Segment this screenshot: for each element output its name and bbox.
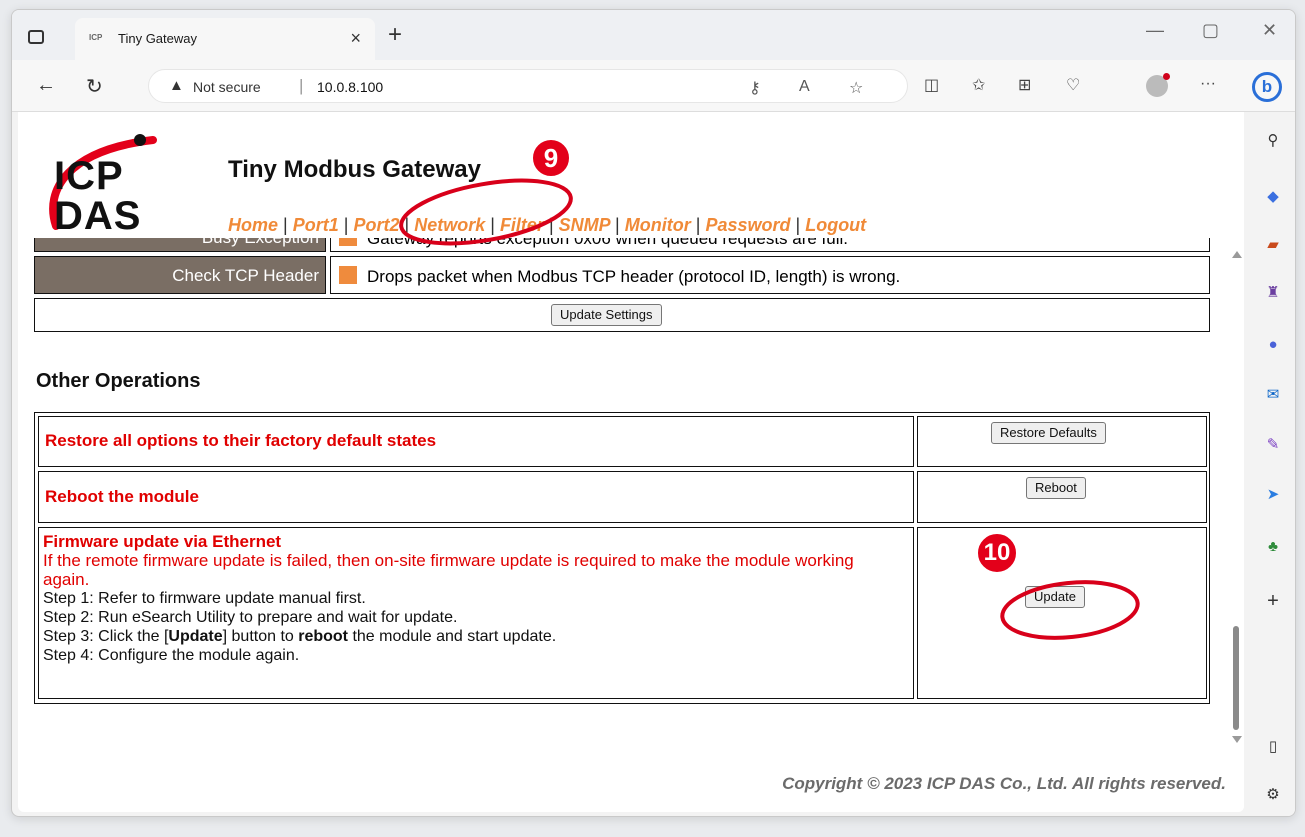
browser-window: ICP Tiny Gateway × + — ▢ ✕ ← ↻ ▲ Not sec… (11, 9, 1296, 817)
nav-port1[interactable]: Port1 (293, 215, 339, 235)
reboot-text-cell: Reboot the module (38, 471, 914, 523)
nav-snmp[interactable]: SNMP (559, 215, 610, 235)
page-title: Tiny Modbus Gateway (228, 156, 481, 183)
nav-home[interactable]: Home (228, 215, 278, 235)
minimize-button[interactable]: — (1146, 20, 1164, 41)
checkbox-check-tcp-header[interactable] (339, 266, 357, 284)
check-tcp-header-desc: Drops packet when Modbus TCP header (pro… (367, 267, 901, 286)
nav-logout[interactable]: Logout (805, 215, 866, 235)
maximize-button[interactable]: ▢ (1202, 20, 1219, 41)
new-tab-button[interactable]: + (388, 21, 402, 49)
designer-icon[interactable]: ✎ (1262, 434, 1284, 456)
back-arrow-icon[interactable]: ← (36, 74, 56, 97)
split-screen-icon[interactable]: ◫ (924, 75, 939, 95)
read-aloud-icon[interactable]: A (799, 78, 810, 96)
main-nav: Home | Port1 | Port2 | Network | Filter … (228, 215, 867, 235)
check-tcp-header-label: Check TCP Header (172, 266, 319, 285)
step3-update-word: Update (168, 628, 223, 645)
collections-icon[interactable]: ⊞ (1018, 75, 1031, 95)
firmware-text-cell: Firmware update via Ethernet If the remo… (38, 527, 914, 699)
not-secure-label[interactable]: Not secure (193, 79, 261, 95)
firmware-button-cell: Update (917, 527, 1207, 699)
settings-row-desc: Drops packet when Modbus TCP header (pro… (330, 256, 1210, 294)
copyright-text: Copyright © 2023 ICP DAS Co., Ltd. All r… (782, 774, 1226, 793)
refresh-icon[interactable]: ↻ (86, 74, 103, 99)
nav-password[interactable]: Password (705, 215, 790, 235)
nav-filter[interactable]: Filter (500, 215, 544, 235)
restore-defaults-button[interactable]: Restore Defaults (991, 422, 1106, 444)
restore-button-cell: Restore Defaults (917, 416, 1207, 467)
hide-sidebar-icon[interactable]: ▯ (1262, 736, 1284, 758)
firmware-step-2: Step 2: Run eSearch Utility to prepare a… (43, 609, 458, 626)
restore-text-cell: Restore all options to their factory def… (38, 416, 914, 467)
nav-network[interactable]: Network (414, 215, 485, 235)
settings-gear-icon[interactable]: ⚙ (1262, 784, 1284, 806)
tab-bar: ICP Tiny Gateway × + — ▢ ✕ (12, 10, 1295, 60)
drop-send-icon[interactable]: ➤ (1262, 484, 1284, 506)
outlook-icon[interactable]: ✉ (1262, 384, 1284, 406)
nav-monitor[interactable]: Monitor (625, 215, 691, 235)
logo-text-icp: ICP (54, 154, 124, 198)
step3-reboot-word: reboot (298, 628, 349, 645)
search-icon[interactable]: ⚲ (1262, 130, 1284, 152)
microsoft-365-icon[interactable]: ● (1262, 334, 1284, 356)
address-bar[interactable]: ▲ Not secure | 10.0.8.100 ⚷ A ☆ (148, 69, 908, 103)
restore-text: Restore all options to their factory def… (45, 431, 437, 450)
close-window-button[interactable]: ✕ (1262, 20, 1277, 41)
favorite-star-icon[interactable]: ☆ (849, 78, 863, 98)
page-viewport: Busy Exception Gateway reports exception… (18, 112, 1244, 812)
key-icon[interactable]: ⚷ (749, 78, 761, 98)
reboot-button-cell: Reboot (917, 471, 1207, 523)
tab-close-icon[interactable]: × (350, 28, 361, 49)
profile-notification-dot (1163, 73, 1170, 80)
warning-triangle-icon[interactable]: ▲ (169, 77, 184, 94)
reboot-button[interactable]: Reboot (1026, 477, 1086, 499)
url-text[interactable]: 10.0.8.100 (317, 79, 383, 95)
scroll-thumb[interactable] (1233, 626, 1239, 730)
firmware-title: Firmware update via Ethernet (43, 532, 282, 551)
address-separator: | (299, 76, 304, 95)
firmware-step-4: Step 4: Configure the module again. (43, 647, 300, 664)
update-settings-button[interactable]: Update Settings (551, 304, 662, 326)
add-sidebar-app-icon[interactable]: + (1262, 590, 1284, 612)
settings-table: Busy Exception Gateway reports exception… (34, 222, 1210, 342)
callout-badge-10: 10 (976, 532, 1018, 574)
update-settings-row: Update Settings (34, 298, 1210, 332)
reboot-text: Reboot the module (45, 487, 199, 506)
update-firmware-button[interactable]: Update (1025, 586, 1085, 608)
games-chess-icon[interactable]: ♜ (1262, 282, 1284, 304)
tools-briefcase-icon[interactable]: ▰ (1262, 234, 1284, 256)
firmware-step-3: Step 3: Click the [Update] button to reb… (43, 627, 909, 646)
edge-sidebar: ⚲ ◆ ▰ ♜ ● ✉ ✎ ➤ ♣ + ▯ ⚙ (1250, 112, 1295, 816)
tab-title: Tiny Gateway (118, 31, 197, 46)
icpdas-favicon-icon: ICP (89, 33, 103, 42)
icpdas-logo: ICP DAS (38, 126, 168, 238)
firmware-warning: If the remote firmware update is failed,… (43, 551, 854, 589)
callout-badge-9: 9 (531, 138, 571, 178)
browser-essentials-icon[interactable]: ♡ (1066, 75, 1080, 95)
step3-part-e: the module and start update. (348, 628, 557, 645)
scroll-down-arrow-icon[interactable] (1232, 736, 1242, 743)
firmware-step-1: Step 1: Refer to firmware update manual … (43, 590, 366, 607)
settings-row-label: Check TCP Header (34, 256, 326, 294)
nav-port2[interactable]: Port2 (353, 215, 399, 235)
browser-tab[interactable]: ICP Tiny Gateway × (75, 18, 375, 60)
shopping-tag-icon[interactable]: ◆ (1262, 186, 1284, 208)
more-menu-icon[interactable]: ··· (1200, 75, 1216, 93)
scroll-up-arrow-icon[interactable] (1232, 251, 1242, 258)
tab-actions-icon[interactable] (28, 30, 44, 44)
address-toolbar: ← ↻ ▲ Not secure | 10.0.8.100 ⚷ A ☆ ◫ ✩ … (12, 60, 1295, 112)
step3-part-a: Step 3: Click the [ (43, 628, 169, 645)
favorites-icon[interactable]: ✩ (972, 75, 985, 95)
step3-part-c: ] button to (222, 628, 299, 645)
tree-icon[interactable]: ♣ (1262, 536, 1284, 558)
bing-copilot-icon[interactable]: b (1252, 72, 1282, 102)
operations-table: Restore all options to their factory def… (34, 412, 1210, 704)
logo-text-das: DAS (54, 194, 142, 238)
section-heading: Other Operations (36, 370, 201, 392)
